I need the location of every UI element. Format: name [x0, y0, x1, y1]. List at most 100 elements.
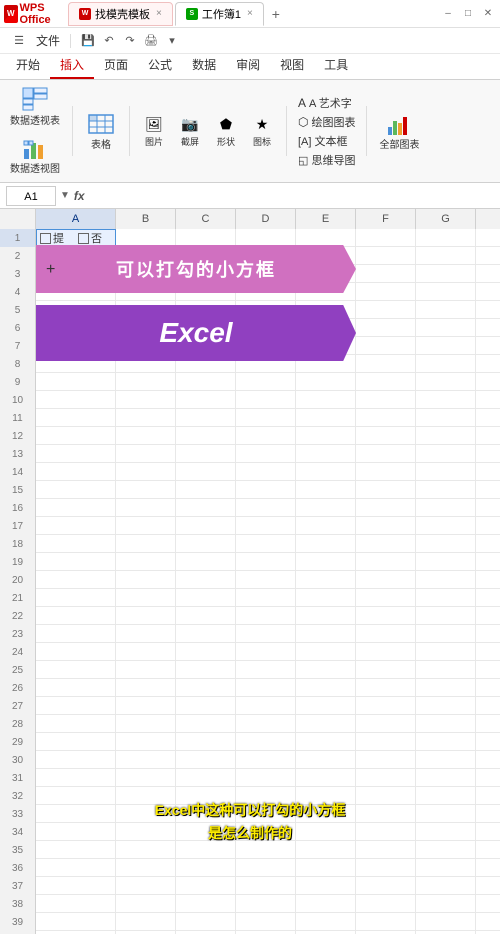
row-header-32[interactable]: 32 — [0, 787, 36, 805]
cell-B36[interactable] — [116, 859, 176, 877]
cell-C16[interactable] — [176, 499, 236, 517]
cell-C39[interactable] — [176, 913, 236, 931]
cell-F31[interactable] — [356, 769, 416, 787]
cell-B17[interactable] — [116, 517, 176, 535]
cell-H15[interactable] — [476, 481, 500, 499]
col-header-e[interactable]: E — [296, 209, 356, 229]
icon-button[interactable]: ★ 图标 — [246, 112, 278, 150]
cell-G24[interactable] — [416, 643, 476, 661]
cell-G36[interactable] — [416, 859, 476, 877]
cell-C17[interactable] — [176, 517, 236, 535]
cell-G25[interactable] — [416, 661, 476, 679]
cell-a12[interactable] — [36, 427, 116, 445]
cell-a22[interactable] — [36, 607, 116, 625]
cell-F18[interactable] — [356, 535, 416, 553]
cell-H23[interactable] — [476, 625, 500, 643]
cell-C25[interactable] — [176, 661, 236, 679]
cell-C24[interactable] — [176, 643, 236, 661]
cell-H14[interactable] — [476, 463, 500, 481]
cell-C12[interactable] — [176, 427, 236, 445]
cell-a7[interactable] — [36, 337, 116, 355]
cell-E2[interactable] — [296, 247, 356, 265]
cell-F8[interactable] — [356, 355, 416, 373]
cell-F19[interactable] — [356, 553, 416, 571]
row-header-28[interactable]: 28 — [0, 715, 36, 733]
cell-C8[interactable] — [176, 355, 236, 373]
image-button[interactable]: 🖼 图片 — [138, 112, 170, 150]
cell-C11[interactable] — [176, 409, 236, 427]
cell-G31[interactable] — [416, 769, 476, 787]
cell-H39[interactable] — [476, 913, 500, 931]
cell-E37[interactable] — [296, 877, 356, 895]
cell-a10[interactable] — [36, 391, 116, 409]
cell-a36[interactable] — [36, 859, 116, 877]
cell-G7[interactable] — [416, 337, 476, 355]
cell-B15[interactable] — [116, 481, 176, 499]
cell-G3[interactable] — [416, 265, 476, 283]
cell-H22[interactable] — [476, 607, 500, 625]
cell-a39[interactable] — [36, 913, 116, 931]
cell-E11[interactable] — [296, 409, 356, 427]
row-header-3[interactable]: 3 — [0, 265, 36, 283]
row-header-4[interactable]: 4 — [0, 283, 36, 301]
cell-H8[interactable] — [476, 355, 500, 373]
col-header-a[interactable]: A — [36, 209, 116, 229]
cell-a23[interactable] — [36, 625, 116, 643]
cell-F23[interactable] — [356, 625, 416, 643]
row-header-15[interactable]: 15 — [0, 481, 36, 499]
cell-C5[interactable] — [176, 301, 236, 319]
cell-G28[interactable] — [416, 715, 476, 733]
diagram-button[interactable]: ⬡ 绘图图表 — [295, 113, 358, 131]
tab-workbook[interactable]: S 工作簿1 × — [175, 2, 264, 26]
cell-D5[interactable] — [236, 301, 296, 319]
row-header-34[interactable]: 34 — [0, 823, 36, 841]
cell-F13[interactable] — [356, 445, 416, 463]
row-header-39[interactable]: 39 — [0, 913, 36, 931]
cell-F9[interactable] — [356, 373, 416, 391]
close-button[interactable]: ✕ — [480, 6, 496, 22]
col-header-g[interactable]: G — [416, 209, 476, 229]
cell-B25[interactable] — [116, 661, 176, 679]
row-header-38[interactable]: 38 — [0, 895, 36, 913]
cell-B2[interactable] — [116, 247, 176, 265]
tab-insert[interactable]: 插入 — [50, 52, 94, 79]
cell-C35[interactable] — [176, 841, 236, 859]
cell-E27[interactable] — [296, 697, 356, 715]
col-header-c[interactable]: C — [176, 209, 236, 229]
cell-C20[interactable] — [176, 571, 236, 589]
save-icon[interactable]: 💾 — [79, 32, 97, 50]
cell-E36[interactable] — [296, 859, 356, 877]
tab-page[interactable]: 页面 — [94, 52, 138, 79]
cell-a4[interactable] — [36, 283, 116, 301]
cell-D9[interactable] — [236, 373, 296, 391]
tab-tools[interactable]: 工具 — [314, 52, 358, 79]
undo-icon[interactable]: ↶ — [100, 32, 118, 50]
cell-B1[interactable] — [116, 229, 176, 247]
row-header-33[interactable]: 33 — [0, 805, 36, 823]
cell-F32[interactable] — [356, 787, 416, 805]
row-header-24[interactable]: 24 — [0, 643, 36, 661]
cell-H16[interactable] — [476, 499, 500, 517]
cell-C2[interactable] — [176, 247, 236, 265]
row-header-23[interactable]: 23 — [0, 625, 36, 643]
cell-a37[interactable] — [36, 877, 116, 895]
cell-a32[interactable] — [36, 787, 116, 805]
cell-E7[interactable] — [296, 337, 356, 355]
cell-C33[interactable] — [176, 805, 236, 823]
cell-H13[interactable] — [476, 445, 500, 463]
cell-B7[interactable] — [116, 337, 176, 355]
cell-C14[interactable] — [176, 463, 236, 481]
cell-E6[interactable] — [296, 319, 356, 337]
cell-G38[interactable] — [416, 895, 476, 913]
cell-H38[interactable] — [476, 895, 500, 913]
redo-icon[interactable]: ↷ — [121, 32, 139, 50]
cell-F26[interactable] — [356, 679, 416, 697]
cell-G39[interactable] — [416, 913, 476, 931]
cell-C15[interactable] — [176, 481, 236, 499]
cell-a19[interactable] — [36, 553, 116, 571]
cell-B19[interactable] — [116, 553, 176, 571]
tab-data[interactable]: 数据 — [182, 52, 226, 79]
cell-E28[interactable] — [296, 715, 356, 733]
cell-H12[interactable] — [476, 427, 500, 445]
col-header-f[interactable]: F — [356, 209, 416, 229]
